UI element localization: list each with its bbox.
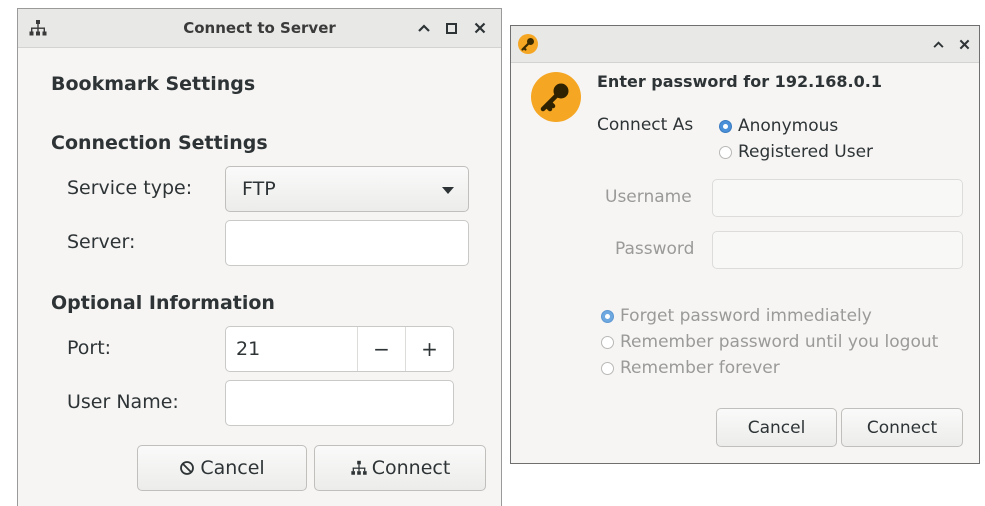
port-decrement-button[interactable]: − — [357, 327, 405, 371]
password-heading: Enter password for 192.168.0.1 — [597, 72, 882, 91]
close-button[interactable] — [469, 9, 491, 47]
radio-selected-icon — [601, 309, 614, 323]
key-icon — [530, 71, 582, 127]
server-input[interactable] — [225, 220, 469, 266]
connect-as-label: Connect As — [597, 115, 694, 135]
radio-remember-forever[interactable]: Remember forever — [601, 358, 780, 378]
service-type-label: Service type: — [67, 177, 193, 199]
forget-immediately-label: Forget password immediately — [620, 306, 872, 326]
network-icon — [351, 460, 367, 475]
service-type-value: FTP — [242, 178, 276, 200]
close-icon — [474, 22, 486, 34]
radio-unselected-icon — [719, 145, 732, 159]
radio-registered-user[interactable]: Registered User — [719, 142, 873, 162]
username-label: Username — [605, 187, 692, 207]
optional-information-heading: Optional Information — [51, 292, 275, 314]
radio-anonymous[interactable]: Anonymous — [719, 116, 838, 136]
radio-unselected-icon — [601, 361, 614, 375]
port-input[interactable]: 21 — [226, 327, 357, 371]
close-icon — [959, 39, 969, 49]
maximize-button[interactable] — [440, 9, 462, 47]
user-name-input[interactable] — [225, 380, 454, 426]
password-input[interactable] — [712, 231, 963, 269]
radio-remember-until-logout[interactable]: Remember password until you logout — [601, 332, 938, 352]
minimize-button[interactable] — [927, 26, 949, 62]
cancel-label: Cancel — [200, 457, 265, 479]
connect-button[interactable]: Connect — [841, 408, 963, 447]
cancel-button[interactable]: Cancel — [137, 445, 307, 491]
port-label: Port: — [67, 337, 112, 359]
cancel-icon — [180, 461, 195, 475]
service-type-dropdown[interactable]: FTP — [225, 166, 469, 212]
chevron-up-icon — [418, 24, 430, 32]
maximize-icon — [445, 22, 457, 34]
radio-selected-icon — [719, 119, 732, 133]
dropdown-arrow-icon — [442, 187, 454, 194]
bookmark-settings-heading: Bookmark Settings — [51, 73, 256, 95]
port-spinner[interactable]: 21 − + — [225, 326, 454, 372]
minimize-button[interactable] — [413, 9, 435, 47]
close-button[interactable] — [953, 26, 975, 62]
connect-label: Connect — [371, 457, 451, 479]
title-bar: Connect to Server — [18, 9, 501, 48]
connection-settings-heading: Connection Settings — [51, 132, 268, 154]
title-bar — [511, 26, 979, 63]
username-input[interactable] — [712, 179, 963, 217]
connect-button[interactable]: Connect — [314, 445, 486, 491]
server-label: Server: — [67, 231, 136, 253]
radio-forget-immediately[interactable]: Forget password immediately — [601, 306, 872, 326]
user-name-label: User Name: — [67, 391, 179, 413]
key-icon — [517, 33, 539, 59]
connect-to-server-window: Connect to Server Bookmark Settings Conn… — [17, 8, 502, 506]
cancel-button[interactable]: Cancel — [716, 408, 837, 447]
chevron-up-icon — [932, 40, 944, 48]
remember-forever-label: Remember forever — [620, 358, 780, 378]
anonymous-label: Anonymous — [738, 116, 839, 136]
remember-until-logout-label: Remember password until you logout — [620, 332, 939, 352]
registered-user-label: Registered User — [738, 142, 874, 162]
password-label: Password — [615, 239, 695, 259]
radio-unselected-icon — [601, 335, 614, 349]
port-increment-button[interactable]: + — [405, 327, 453, 371]
password-dialog-window: Enter password for 192.168.0.1 Connect A… — [510, 25, 980, 464]
